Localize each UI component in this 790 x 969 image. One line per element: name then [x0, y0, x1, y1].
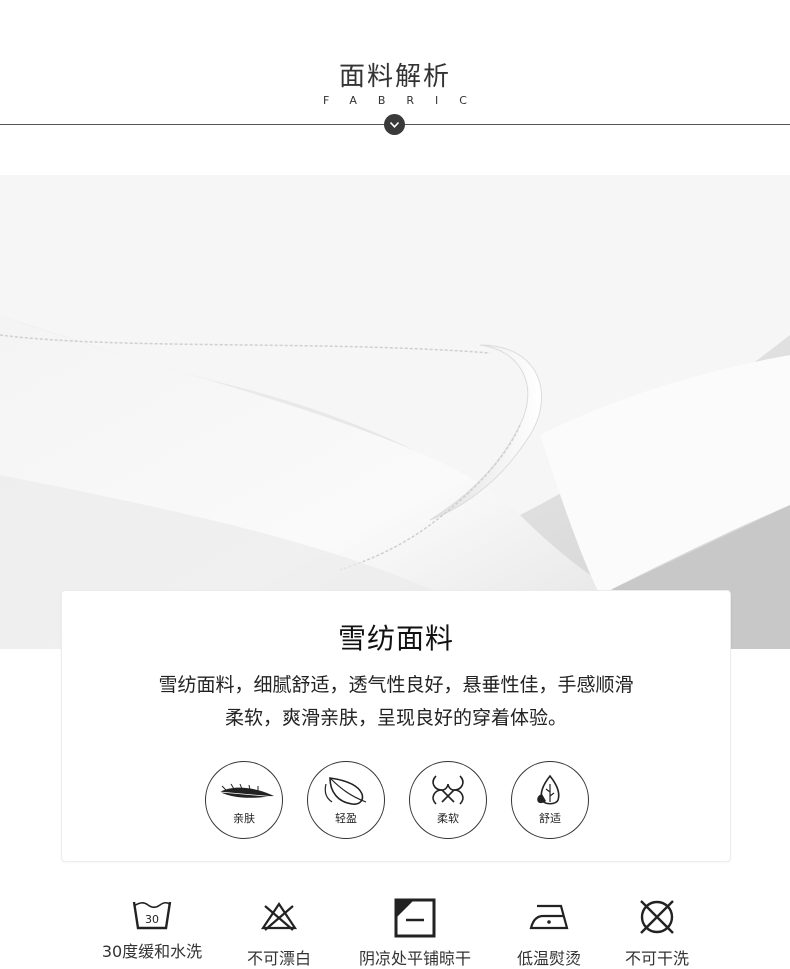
- feature-soft: 柔软: [409, 761, 487, 839]
- description-line: 柔软，爽滑亲肤，呈现良好的穿着体验。: [224, 707, 567, 729]
- care-label: 30度缓和水洗: [101, 942, 203, 961]
- card-title: 雪纺面料: [337, 622, 454, 655]
- care-label: 阴凉处平铺晾干: [358, 949, 471, 968]
- section-subtitle: FABRIC: [323, 94, 488, 107]
- care-label: 不可干洗: [624, 949, 689, 968]
- feather-icon: [219, 783, 277, 798]
- care-label: 低温熨烫: [516, 949, 581, 968]
- feature-label: 柔软: [437, 812, 459, 825]
- feature-label: 舒适: [539, 812, 561, 825]
- fabric-photo: [0, 175, 790, 649]
- fabric-info-card: 雪纺面料 雪纺面料，细腻舒适，透气性良好，悬垂性佳，手感顺滑 柔软，爽滑亲肤，呈…: [61, 590, 731, 862]
- drop-leaf-icon: [537, 774, 560, 805]
- no-dry-clean-icon: [640, 900, 674, 934]
- wash-30-icon: 30: [132, 901, 172, 930]
- care-label: 不可漂白: [246, 949, 311, 968]
- wash-temp-text: 30: [145, 913, 159, 926]
- feature-label: 亲肤: [233, 812, 255, 825]
- card-description: 雪纺面料，细腻舒适，透气性良好，悬垂性佳，手感顺滑 柔软，爽滑亲肤，呈现良好的穿…: [102, 669, 690, 735]
- chevron-down-icon: [384, 114, 405, 135]
- description-line: 雪纺面料，细腻舒适，透气性良好，悬垂性佳，手感顺滑: [158, 674, 634, 696]
- feature-label: 轻盈: [335, 812, 357, 825]
- flat-dry-shade-icon: [394, 898, 436, 938]
- knot-icon: [432, 775, 464, 805]
- feature-comfort: 舒适: [511, 761, 589, 839]
- iron-low-icon: [529, 904, 569, 930]
- feature-soft-skin: 亲肤: [205, 761, 283, 839]
- leaf-icon: [324, 777, 367, 805]
- section-header: 面料解析 FABRIC: [0, 0, 790, 140]
- no-bleach-icon: [260, 902, 298, 931]
- feature-light: 轻盈: [307, 761, 385, 839]
- section-title: 面料解析: [338, 62, 451, 92]
